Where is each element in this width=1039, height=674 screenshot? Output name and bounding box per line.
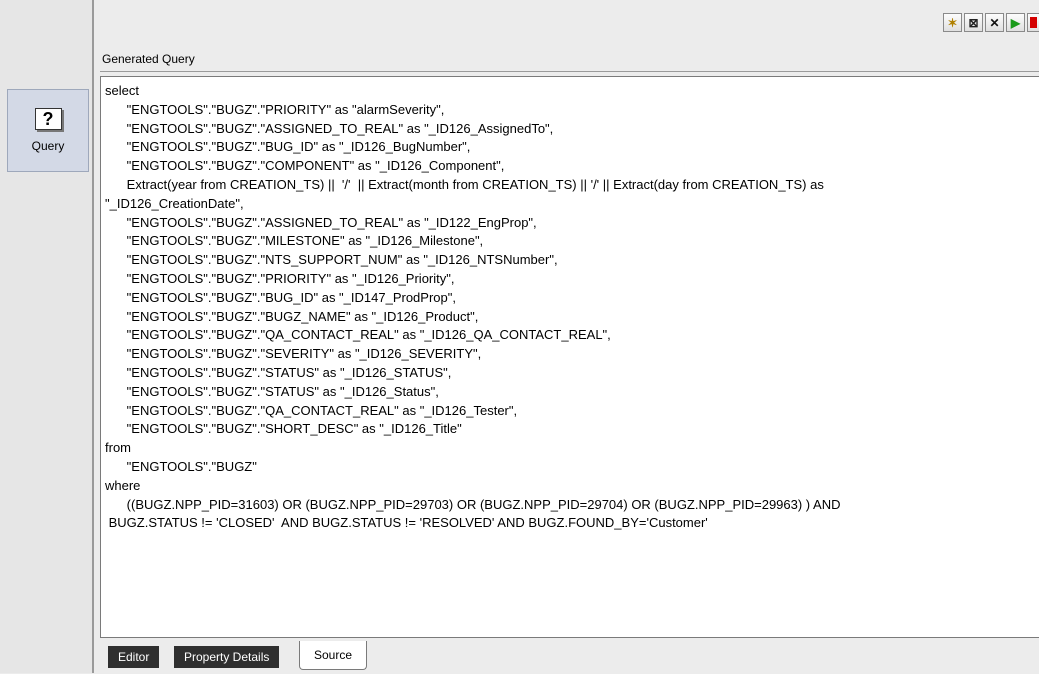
sidebar-item-query[interactable]: ? Query xyxy=(7,89,89,172)
toolbar: ✶ ⊠ ✕ ▶ xyxy=(943,13,1039,33)
generated-query-text-area[interactable]: select "ENGTOOLS"."BUGZ"."PRIORITY" as "… xyxy=(100,76,1039,637)
panel-title: Generated Query xyxy=(102,52,195,66)
tab-source[interactable]: Source xyxy=(299,641,368,670)
close-panel-icon[interactable]: ⊠ xyxy=(964,13,983,32)
tab-property-details[interactable]: Property Details xyxy=(174,646,280,668)
stop-icon[interactable] xyxy=(1027,13,1039,32)
tab-editor[interactable]: Editor xyxy=(108,646,160,668)
main-panel: ✶ ⊠ ✕ ▶ Generated Query select "ENGTOOLS… xyxy=(94,0,1039,674)
query-text[interactable]: select "ENGTOOLS"."BUGZ"."PRIORITY" as "… xyxy=(101,77,1039,533)
delete-x-icon[interactable]: ✕ xyxy=(985,13,1004,32)
divider xyxy=(100,71,1039,72)
sidebar: ? Query xyxy=(0,0,92,673)
tab-bar: Editor Property Details Source xyxy=(100,637,1039,674)
new-icon[interactable]: ✶ xyxy=(943,13,962,32)
help-query-icon: ? xyxy=(34,108,62,130)
run-icon[interactable]: ▶ xyxy=(1006,13,1025,32)
sidebar-item-label: Query xyxy=(31,139,65,153)
